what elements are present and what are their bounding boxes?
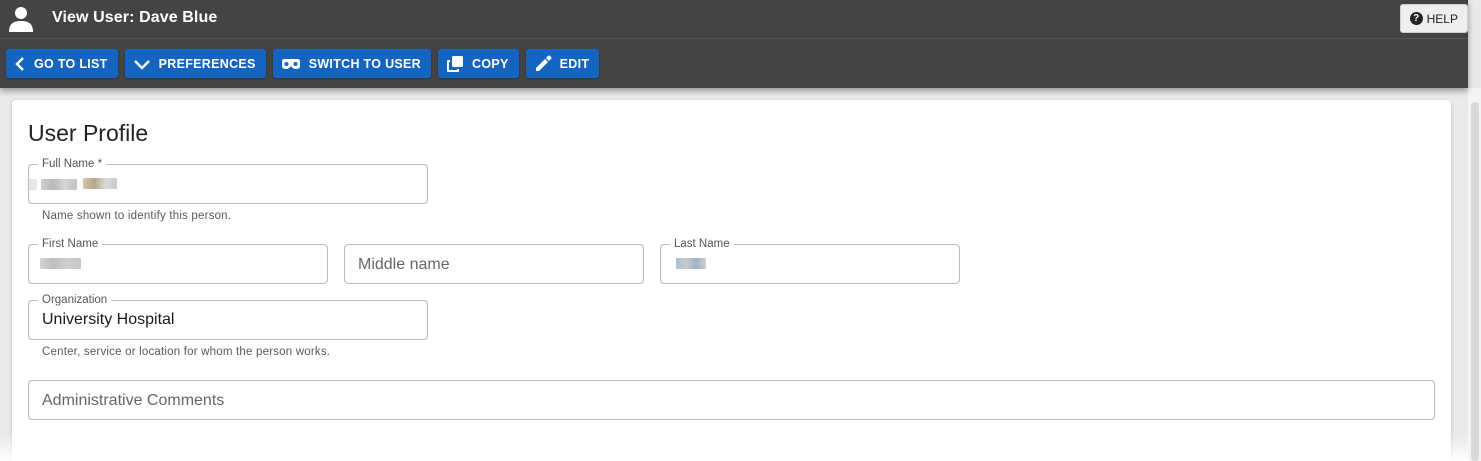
last-name-field[interactable]: Last Name (660, 237, 960, 284)
user-icon (9, 6, 33, 32)
preferences-label: PREFERENCES (158, 56, 256, 71)
help-label: HELP (1426, 11, 1458, 26)
chevron-down-icon (133, 58, 151, 70)
edit-label: EDIT (559, 56, 590, 71)
toolbar: GO TO LIST PREFERENCES SWITCH TO USER CO… (6, 49, 600, 78)
edit-button[interactable]: EDIT (525, 49, 600, 78)
user-profile-card: User Profile Full Name * Name shown to i… (12, 100, 1451, 461)
help-button[interactable]: ? HELP (1399, 4, 1468, 33)
switch-to-user-button[interactable]: SWITCH TO USER (272, 49, 431, 78)
mask-icon (281, 58, 301, 70)
first-name-field[interactable]: First Name (28, 237, 328, 284)
copy-button[interactable]: COPY (438, 49, 519, 78)
middle-name-placeholder: Middle name (358, 256, 450, 273)
switch-to-user-label: SWITCH TO USER (308, 56, 421, 71)
copy-label: COPY (472, 56, 509, 71)
go-to-list-label: GO TO LIST (34, 56, 108, 71)
last-name-label: Last Name (670, 237, 734, 251)
go-to-list-button[interactable]: GO TO LIST (6, 49, 118, 78)
organization-helper: Center, service or location for whom the… (42, 346, 331, 358)
copy-icon (446, 55, 464, 73)
bottom-fade (0, 433, 1468, 461)
chevron-left-icon (14, 56, 26, 71)
app-header: View User: Dave Blue ? HELP GO TO LIST P… (0, 0, 1468, 88)
help-icon: ? (1409, 12, 1423, 25)
preferences-button[interactable]: PREFERENCES (124, 49, 266, 78)
page-scrollbar[interactable] (1468, 88, 1481, 461)
organization-field[interactable]: Organization University Hospital (28, 293, 428, 340)
administrative-comments-field[interactable]: Administrative Comments (28, 380, 1435, 420)
full-name-field[interactable]: Full Name * (28, 157, 428, 204)
organization-value: University Hospital (42, 311, 175, 328)
last-name-value-redacted (676, 258, 706, 269)
pencil-icon (534, 55, 552, 73)
full-name-label: Full Name * (38, 157, 107, 171)
section-title: User Profile (28, 120, 149, 146)
first-name-label: First Name (38, 237, 103, 251)
scrollbar-thumb[interactable] (1471, 102, 1479, 461)
first-name-value-redacted (40, 258, 81, 269)
organization-label: Organization (38, 293, 112, 307)
middle-name-field[interactable]: Middle name (344, 244, 644, 284)
full-name-helper: Name shown to identify this person. (42, 210, 232, 222)
administrative-comments-placeholder: Administrative Comments (42, 392, 225, 409)
title-row: View User: Dave Blue ? HELP (0, 0, 1468, 39)
page-title: View User: Dave Blue (52, 9, 218, 26)
